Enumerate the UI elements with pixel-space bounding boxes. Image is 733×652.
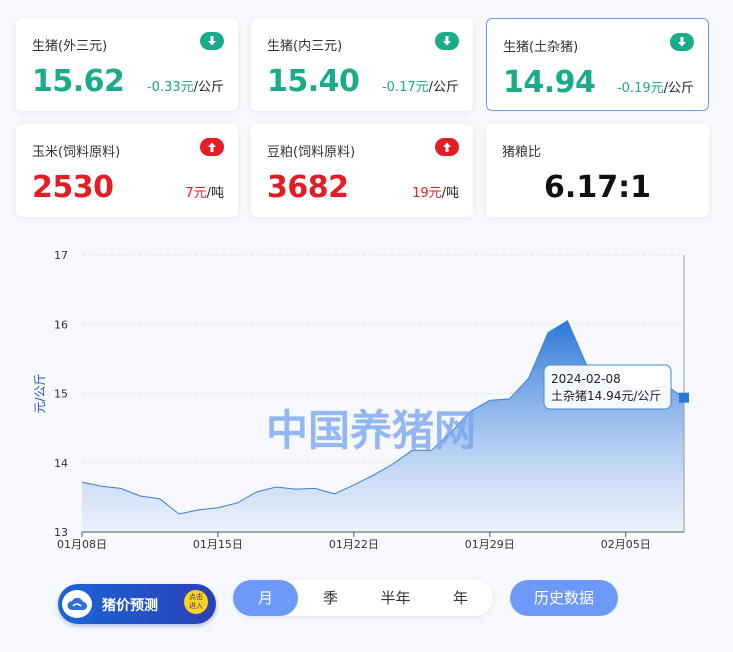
tab-half-year[interactable]: 半年 [363, 580, 428, 616]
card-title: 生猪(外三元) [32, 39, 108, 54]
price-value: 14.94 [503, 65, 596, 100]
price-value: 3682 [267, 170, 349, 205]
price-value: 15.40 [267, 64, 360, 99]
change-unit: /吨 [441, 186, 459, 201]
y-tick-label: 16 [54, 318, 68, 331]
watermark-text: 中国养猪网 [266, 406, 476, 455]
price-change: -0.33元/公斤 [147, 76, 224, 95]
x-tick-label: 01月15日 [193, 538, 243, 551]
price-card-corn[interactable]: 玉米(饲料原料) 2530 7元/吨 [16, 124, 238, 217]
period-tabs: 月 季 半年 年 [233, 580, 493, 616]
x-tick-label: 01月22日 [329, 538, 379, 551]
card-title: 生猪(土杂猪) [503, 40, 579, 55]
down-arrow-icon [670, 33, 694, 51]
card-title: 生猪(内三元) [267, 39, 343, 54]
price-card-soybean-meal[interactable]: 豆粕(饲料原料) 3682 19元/吨 [251, 124, 473, 217]
x-tick-label: 02月05日 [601, 538, 651, 551]
change-amount: -0.17元 [381, 80, 429, 95]
price-change: 19元/吨 [412, 182, 459, 201]
ratio-value: 6.17:1 [544, 170, 651, 205]
down-arrow-icon [200, 32, 224, 50]
cloud-logo-icon [62, 590, 92, 618]
card-title: 猪粮比 [502, 145, 542, 160]
tooltip-date: 2024-02-08 [551, 372, 621, 386]
price-change: -0.19元/公斤 [617, 77, 694, 96]
price-card-wai-san-yuan[interactable]: 生猪(外三元) 15.62 -0.33元/公斤 [16, 18, 238, 111]
change-unit: /吨 [206, 186, 224, 201]
change-unit: /公斤 [663, 81, 694, 96]
tab-year[interactable]: 年 [428, 580, 493, 616]
card-title: 豆粕(饲料原料) [267, 145, 356, 160]
price-card-nei-san-yuan[interactable]: 生猪(内三元) 15.40 -0.17元/公斤 [251, 18, 473, 111]
history-data-button[interactable]: 历史数据 [510, 580, 618, 616]
price-change: 7元/吨 [185, 182, 224, 201]
y-tick-label: 17 [54, 249, 68, 262]
hover-marker [679, 392, 689, 403]
forecast-label: 猪价预测 [102, 598, 158, 614]
price-change: -0.17元/公斤 [382, 76, 459, 95]
y-tick-label: 15 [54, 388, 68, 401]
up-arrow-icon [200, 138, 224, 156]
x-tick-label: 01月08日 [57, 538, 107, 551]
price-forecast-button[interactable]: 猪价预测 点击 进入 [58, 584, 216, 624]
click-enter-line1: 点击 [189, 593, 203, 601]
change-amount: 19元 [412, 186, 442, 201]
up-arrow-icon [435, 138, 459, 156]
price-chart[interactable]: 1314151617元/公斤中国养猪网01月08日 01月15日 01月22日 01月… [0, 240, 733, 560]
card-title: 玉米(饲料原料) [32, 145, 121, 160]
tab-month[interactable]: 月 [233, 580, 298, 616]
y-axis-label: 元/公斤 [33, 373, 47, 413]
down-arrow-icon [435, 32, 459, 50]
tab-quarter[interactable]: 季 [298, 580, 363, 616]
change-unit: /公斤 [193, 80, 224, 95]
price-card-tu-za-zhu[interactable]: 生猪(土杂猪) 14.94 -0.19元/公斤 [486, 18, 709, 111]
tooltip: 2024-02-08 土杂猪14.94元/公斤 [543, 364, 672, 410]
price-value: 15.62 [32, 64, 125, 99]
change-amount: -0.33元 [146, 80, 194, 95]
change-unit: /公斤 [428, 80, 459, 95]
price-value: 2530 [32, 170, 114, 205]
pig-grain-ratio-card[interactable]: 猪粮比 6.17:1 [486, 124, 709, 217]
change-amount: 7元 [185, 186, 207, 201]
click-enter-badge: 点击 进入 [184, 590, 208, 614]
change-amount: -0.19元 [616, 81, 664, 96]
click-enter-line2: 进入 [189, 602, 203, 610]
x-tick-label: 01月29日 [465, 538, 515, 551]
tooltip-value: 土杂猪14.94元/公斤 [551, 389, 661, 403]
y-tick-label: 14 [54, 457, 68, 470]
